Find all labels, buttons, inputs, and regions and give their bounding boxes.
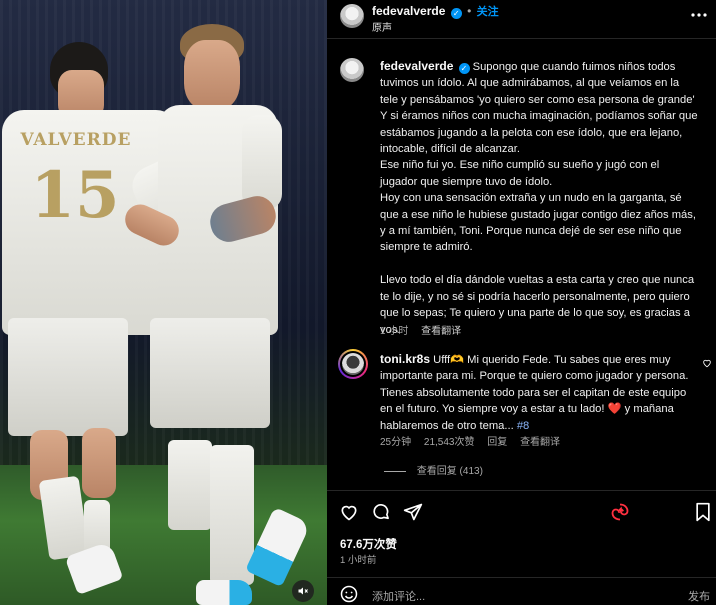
replies-line xyxy=(384,470,406,472)
separator: • xyxy=(467,4,472,18)
comment-meta: 25分钟 21,543次赞 回复 查看翻译 xyxy=(380,433,570,448)
post-comment-button[interactable]: 发布 xyxy=(688,588,710,604)
caption-avatar[interactable] xyxy=(340,58,364,82)
caption-line-2: Y si éramos niños con mucha imaginación,… xyxy=(380,110,698,156)
share-button[interactable] xyxy=(403,502,423,522)
comment-likes[interactable]: 21,543次赞 xyxy=(424,437,475,448)
actions-divider xyxy=(327,490,716,491)
comment-like-button[interactable] xyxy=(702,358,712,368)
comment-reply-button[interactable]: 回复 xyxy=(487,437,507,448)
bookmark-icon xyxy=(696,502,710,522)
header-divider xyxy=(327,38,716,39)
comment-hashtag[interactable]: #8 xyxy=(517,420,529,432)
caption-username[interactable]: fedevalverde xyxy=(380,59,453,73)
emoji-button[interactable] xyxy=(340,585,358,603)
post-caption: fedevalverde ✓ Supongo que cuando fuimos… xyxy=(380,58,698,338)
comment-avatar-ring[interactable] xyxy=(338,349,368,379)
caption-line-blank xyxy=(380,256,698,272)
mute-button[interactable] xyxy=(292,580,314,602)
caption-time: 1 小时 xyxy=(380,326,409,337)
paper-plane-icon xyxy=(403,503,423,521)
follow-button[interactable]: 关注 xyxy=(477,6,499,18)
author-username[interactable]: fedevalverde xyxy=(372,4,445,18)
verified-badge-icon: ✓ xyxy=(450,8,462,19)
view-replies-label: 查看回复 (413) xyxy=(416,466,483,477)
more-horizontal-icon xyxy=(691,13,707,17)
comment-translate-link[interactable]: 查看翻译 xyxy=(520,437,560,448)
view-replies[interactable]: 查看回复 (413) xyxy=(384,462,483,477)
caption-meta: 1 小时 查看翻译 xyxy=(380,322,471,337)
audio-subtitle[interactable]: 原声 xyxy=(372,19,392,34)
caption-translate-link[interactable]: 查看翻译 xyxy=(421,326,461,337)
heart-outline-icon xyxy=(341,505,357,521)
comment-username[interactable]: toni.kr8s xyxy=(380,352,430,366)
repost-icon xyxy=(611,503,629,521)
heart-outline-icon xyxy=(703,359,711,368)
comment-button[interactable] xyxy=(371,502,391,522)
post-photo[interactable]: VALVERDE 15 xyxy=(0,0,327,605)
player-kroos xyxy=(110,0,327,605)
post-time: 1 小时前 xyxy=(340,555,377,566)
verified-badge-icon: ✓ xyxy=(458,63,470,74)
smiley-icon xyxy=(340,585,358,603)
comment-item: toni.kr8s Ufff🫶 Mi querido Fede. Tu sabe… xyxy=(380,351,698,434)
comment-time: 25分钟 xyxy=(380,437,412,448)
post-likes-count[interactable]: 67.6万次赞 xyxy=(340,536,397,552)
speaker-muted-icon xyxy=(298,587,308,595)
comment-input[interactable]: 添加评论... xyxy=(372,588,622,604)
author-avatar[interactable] xyxy=(340,4,364,28)
more-options-button[interactable] xyxy=(690,8,708,22)
comment-avatar xyxy=(342,353,364,375)
caption-line-4: Hoy con una sensación extraña y un nudo … xyxy=(380,192,696,254)
comment-bubble-icon xyxy=(373,504,389,520)
like-button[interactable] xyxy=(339,502,359,522)
caption-line-3: Ese niño fui yo. Ese niño cumplió su sue… xyxy=(380,159,660,188)
repost-button[interactable] xyxy=(610,502,630,522)
heart-emoji: ❤️ xyxy=(607,403,622,416)
comment-box-divider xyxy=(327,577,716,578)
save-button[interactable] xyxy=(694,502,712,522)
